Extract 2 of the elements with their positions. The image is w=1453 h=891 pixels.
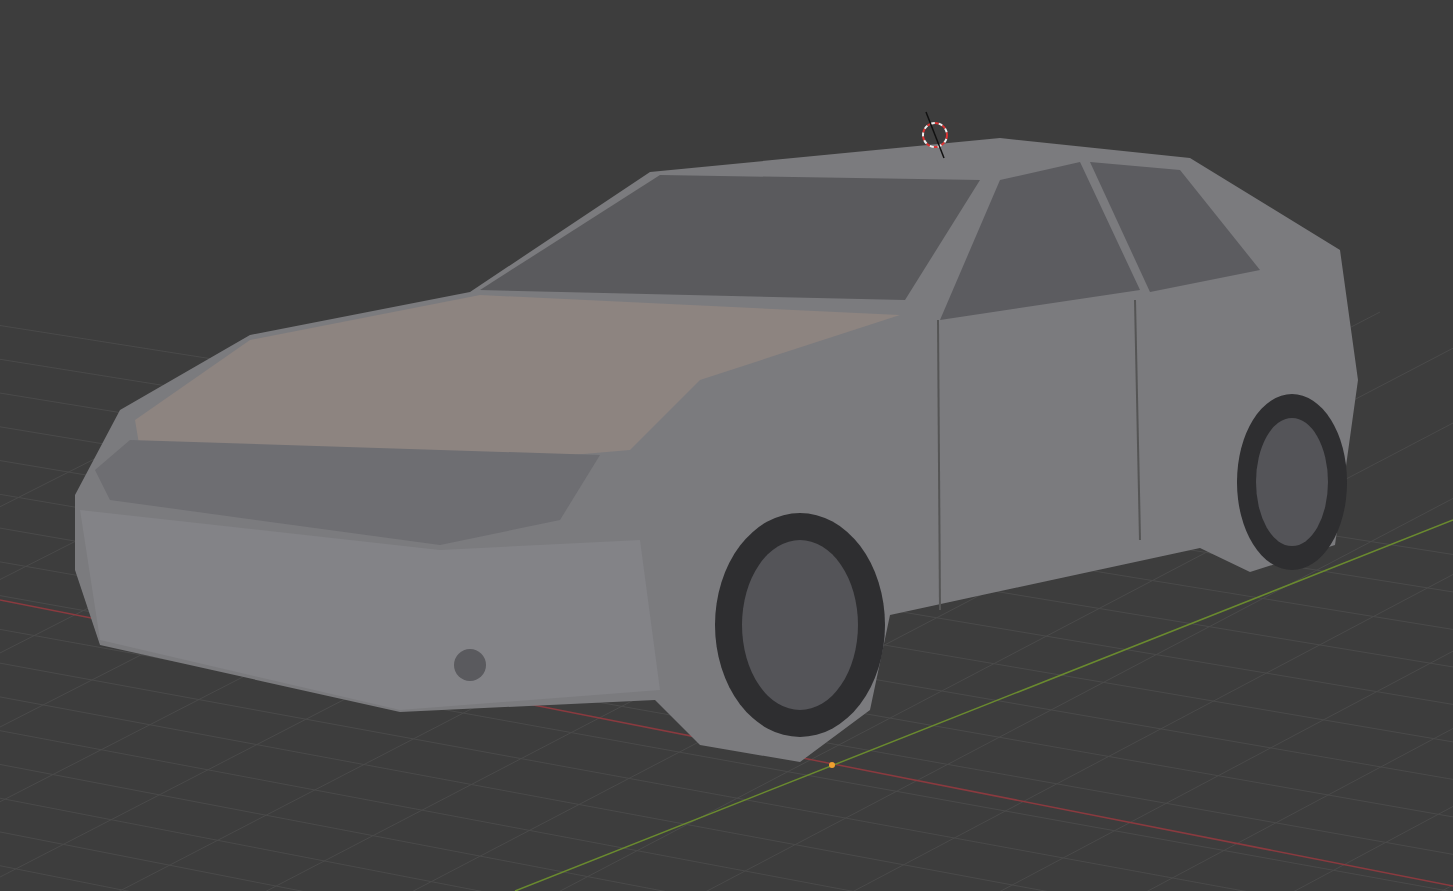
car-model-drawing[interactable] xyxy=(75,138,1358,762)
3d-cursor-icon[interactable] xyxy=(922,111,948,159)
